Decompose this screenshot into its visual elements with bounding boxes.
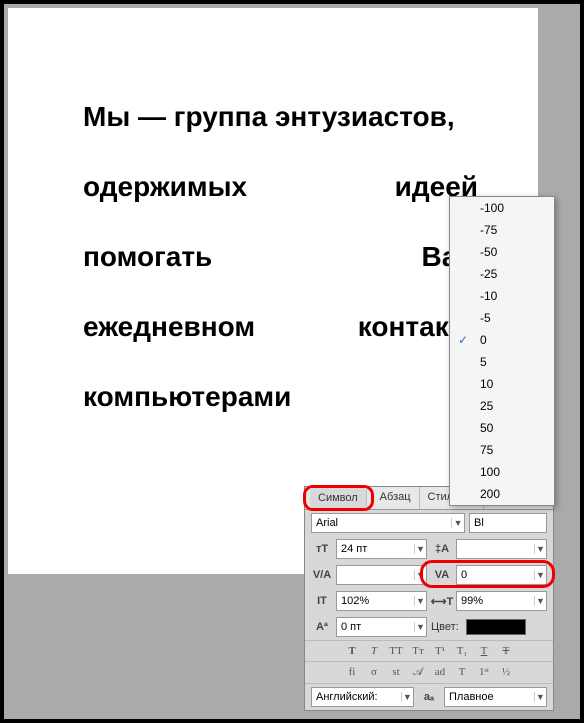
dropdown-option[interactable]: 100	[450, 461, 554, 483]
italic-button[interactable]: T	[366, 645, 382, 657]
font-size-field[interactable]	[337, 543, 414, 555]
dropdown-option[interactable]: 50	[450, 417, 554, 439]
dropdown-option[interactable]: 0	[450, 329, 554, 351]
color-label: Цвет:	[431, 621, 459, 633]
antialias-field[interactable]	[445, 691, 534, 703]
oldstyle-button[interactable]: 1ˢᵗ	[476, 666, 492, 679]
chevron-down-icon[interactable]: ▼	[534, 692, 546, 702]
bold-button[interactable]: T	[344, 645, 360, 657]
leading-field[interactable]	[457, 543, 534, 555]
dropdown-option[interactable]: 200	[450, 483, 554, 505]
leading-icon: ‡A	[431, 540, 453, 558]
document-text: Мы — группа энтузиастов, одержимых идеей…	[83, 103, 478, 453]
strike-button[interactable]: T	[498, 645, 514, 657]
color-swatch[interactable]	[466, 619, 526, 635]
dropdown-option[interactable]: 10	[450, 373, 554, 395]
ordinal-button[interactable]: T	[454, 666, 470, 679]
kerning-icon: V/A	[311, 566, 333, 584]
text-line: одержимых идеей	[83, 173, 478, 201]
underline-button[interactable]: T	[476, 645, 492, 657]
tab-symbol[interactable]: Символ	[310, 488, 367, 508]
text-line: ежедневном контакте	[83, 313, 478, 341]
dropdown-option[interactable]: 75	[450, 439, 554, 461]
hscale-icon: ⟷T	[431, 592, 453, 610]
chevron-down-icon[interactable]: ▼	[534, 544, 546, 554]
dropdown-option[interactable]: -5	[450, 307, 554, 329]
chevron-down-icon[interactable]: ▼	[414, 544, 426, 554]
kerning-field[interactable]	[337, 569, 414, 581]
smallcaps-button[interactable]: Tᴛ	[410, 645, 426, 657]
dropdown-option[interactable]: -50	[450, 241, 554, 263]
dropdown-option[interactable]: -75	[450, 219, 554, 241]
swash-button[interactable]: 𝒜	[410, 666, 426, 679]
dropdown-option[interactable]: 25	[450, 395, 554, 417]
superscript-button[interactable]: T¹	[432, 645, 448, 657]
chevron-down-icon[interactable]: ▼	[414, 622, 426, 632]
dropdown-option[interactable]: -10	[450, 285, 554, 307]
language-field[interactable]	[312, 691, 401, 703]
dropdown-option[interactable]: 5	[450, 351, 554, 373]
stylistic-button[interactable]: st	[388, 666, 404, 679]
word: одержимых	[83, 173, 247, 201]
vscale-icon: IT	[311, 592, 333, 610]
antialias-icon: aₐ	[418, 688, 440, 706]
baseline-icon: Aª	[311, 618, 333, 636]
font-family-field[interactable]	[312, 517, 451, 529]
contextual-button[interactable]: σ	[366, 666, 382, 679]
chevron-down-icon[interactable]: ▼	[401, 692, 413, 702]
font-style-field[interactable]	[470, 517, 546, 529]
allcaps-button[interactable]: TT	[388, 645, 404, 657]
word: ежедневном	[83, 313, 255, 341]
fraction-button[interactable]: ½	[498, 666, 514, 679]
vscale-field[interactable]	[337, 595, 414, 607]
tracking-dropdown[interactable]: -100-75-50-25-10-50510255075100200	[449, 196, 555, 506]
type-styles-row: T T TT Tᴛ T¹ T₁ T T	[305, 640, 553, 661]
dropdown-option[interactable]: -100	[450, 197, 554, 219]
text-line: компьютерами	[83, 383, 478, 411]
chevron-down-icon[interactable]: ▼	[534, 596, 546, 606]
word: помогать	[83, 243, 212, 271]
text-line: Мы — группа энтузиастов,	[83, 103, 478, 131]
highlight-ring	[420, 560, 555, 588]
chevron-down-icon[interactable]: ▼	[451, 518, 464, 528]
text-line: помогать Вам	[83, 243, 478, 271]
tab-paragraph[interactable]: Абзац	[372, 487, 420, 509]
opentype-row: fi σ st 𝒜 ad T 1ˢᵗ ½	[305, 661, 553, 683]
chevron-down-icon[interactable]: ▼	[414, 596, 426, 606]
character-panel: Символ Абзац Стили аб ▼ тТ▼ ‡A▼ V/A▼ VA▼…	[304, 486, 554, 711]
ligature-button[interactable]: fi	[344, 666, 360, 679]
baseline-field[interactable]	[337, 621, 414, 633]
subscript-button[interactable]: T₁	[454, 645, 470, 657]
hscale-field[interactable]	[457, 595, 534, 607]
font-size-icon: тТ	[311, 540, 333, 558]
titling-button[interactable]: ad	[432, 666, 448, 679]
dropdown-option[interactable]: -25	[450, 263, 554, 285]
